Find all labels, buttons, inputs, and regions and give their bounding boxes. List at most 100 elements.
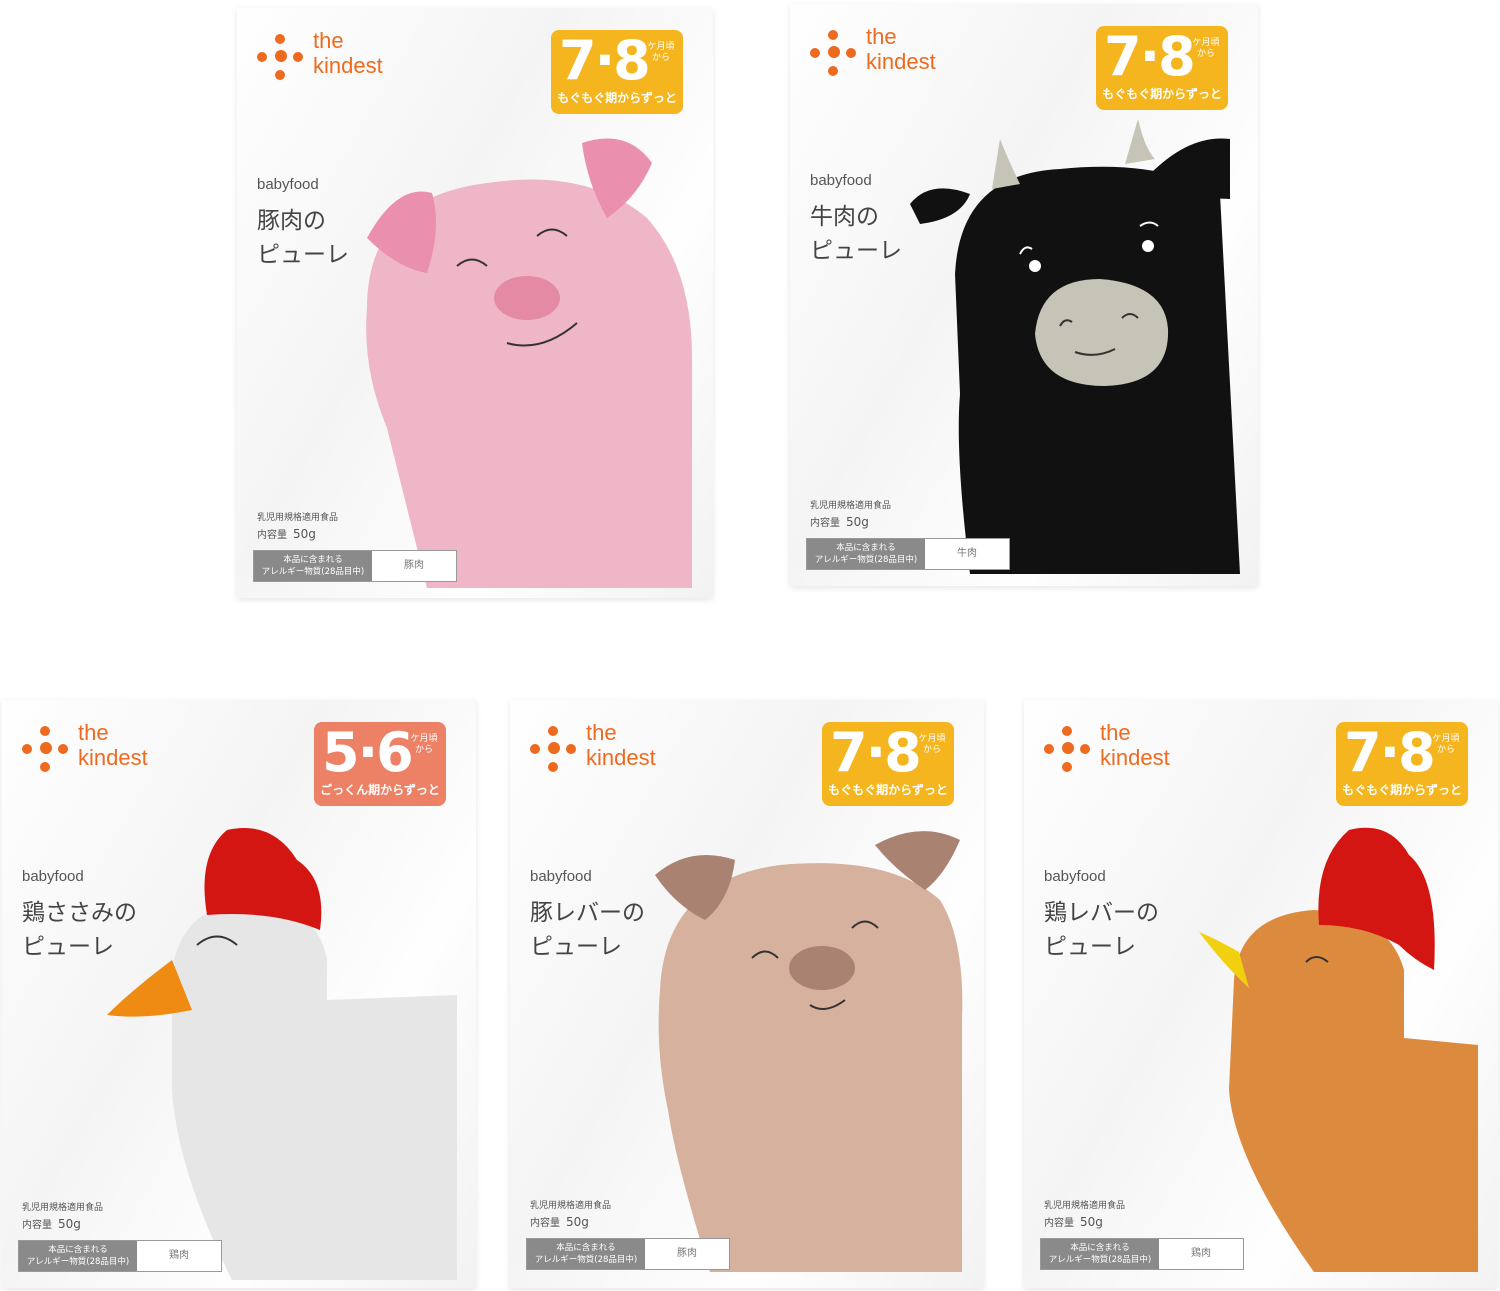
allergy-label-line1: 本品に含まれる: [1070, 1243, 1130, 1253]
standard-label: 乳児用規格適用食品: [530, 1201, 612, 1211]
age-badge: 7·8 ケ月頃から もぐもぐ期からずっと: [1336, 722, 1468, 806]
product-name: 牛肉の ピューレ: [810, 200, 902, 268]
content-value: 50g: [293, 527, 316, 541]
brand-line1: the: [1100, 720, 1131, 745]
content-amount: 内容量 50g: [530, 1214, 589, 1229]
age-unit: ケ月頃から: [1192, 38, 1220, 59]
product-name-line2: ピューレ: [257, 242, 349, 268]
content-value: 50g: [58, 1217, 81, 1231]
category-label: babyfood: [810, 172, 872, 189]
standard-label: 乳児用規格適用食品: [22, 1203, 104, 1213]
age-value: 7·8: [1104, 25, 1196, 88]
product-name-line1: 牛肉の: [810, 204, 879, 230]
product-name-line2: ピューレ: [810, 238, 902, 264]
tan-pig-illustration: [655, 831, 963, 1272]
product-name-line1: 豚肉の: [257, 208, 326, 234]
content-label: 内容量: [257, 530, 287, 541]
product-name-line1: 鶏ささみの: [22, 900, 137, 926]
age-value: 5·6: [322, 721, 414, 784]
category-label: babyfood: [530, 868, 592, 885]
age-value: 7·8: [559, 29, 651, 92]
product-name-line1: 鶏レバーの: [1044, 900, 1159, 926]
flower-icon: [810, 30, 856, 76]
flower-icon: [1044, 726, 1090, 772]
flower-icon: [257, 34, 303, 80]
brand-line2: kindest: [586, 745, 656, 770]
allergy-box: 本品に含まれる アレルギー物質(28品目中) 豚肉: [253, 550, 457, 582]
brand-line2: kindest: [78, 745, 148, 770]
flower-icon: [22, 726, 68, 772]
content-label: 内容量: [22, 1220, 52, 1231]
standard-label: 乳児用規格適用食品: [1044, 1201, 1126, 1211]
allergy-box: 本品に含まれるアレルギー物質(28品目中) 鶏肉: [1040, 1238, 1244, 1270]
content-amount: 内容量 50g: [1044, 1214, 1103, 1229]
content-value: 50g: [1080, 1215, 1103, 1229]
brand-line1: the: [313, 28, 344, 53]
package-beef-puree[interactable]: the kindest 7·8 ケ月頃から もぐもぐ期からずっと babyfood…: [790, 4, 1258, 586]
allergy-label-line2: アレルギー物質(28品目中): [534, 1255, 638, 1265]
allergy-label-line2: アレルギー物質(28品目中): [1048, 1255, 1152, 1265]
brand-logo: the kindest: [22, 720, 182, 780]
package-pork-puree[interactable]: the kindest 7·8 ケ月頃から もぐもぐ期からずっと babyfood…: [237, 8, 713, 598]
brand-line1: the: [866, 24, 897, 49]
age-badge: 7·8 ケ月頃から もぐもぐ期からずっと: [551, 30, 683, 114]
allergy-label-line2: アレルギー物質(28品目中): [26, 1257, 130, 1267]
brown-chicken-illustration: [1199, 827, 1478, 1272]
allergy-value: 鶏肉: [169, 1250, 189, 1261]
age-phrase: もぐもぐ期からずっと: [1102, 87, 1222, 101]
product-name-line2: ピューレ: [22, 934, 114, 960]
allergy-label-line1: 本品に含まれる: [48, 1245, 108, 1255]
brand-logo: the kindest: [257, 28, 417, 88]
flower-icon: [530, 726, 576, 772]
package-chicken-liver-puree[interactable]: the kindest 7·8 ケ月頃から もぐもぐ期からずっと babyfood…: [1024, 700, 1498, 1288]
product-name-line2: ピューレ: [530, 934, 622, 960]
cow-illustration: [910, 119, 1240, 574]
content-label: 内容量: [810, 518, 840, 529]
standard-label: 乳児用規格適用食品: [257, 513, 339, 523]
allergy-label: 本品に含まれる アレルギー物質(28品目中): [807, 539, 925, 569]
age-phrase: もぐもぐ期からずっと: [828, 783, 948, 797]
product-name-line2: ピューレ: [1044, 934, 1136, 960]
brand-line2: kindest: [1100, 745, 1170, 770]
allergy-value: 牛肉: [957, 548, 977, 559]
product-name: 豚レバーの ピューレ: [530, 896, 645, 964]
allergy-label: 本品に含まれる アレルギー物質(28品目中): [254, 551, 372, 581]
age-unit: ケ月頃から: [918, 734, 946, 755]
category-label: babyfood: [1044, 868, 1106, 885]
standard-label: 乳児用規格適用食品: [810, 501, 892, 511]
content-amount: 内容量 50g: [257, 526, 316, 541]
brand-line2: kindest: [313, 53, 383, 78]
package-chicken-breast-puree[interactable]: the kindest 5·6 ケ月頃から ごっくん期からずっと babyfood…: [2, 700, 476, 1288]
allergy-label: 本品に含まれるアレルギー物質(28品目中): [19, 1241, 137, 1271]
pig-illustration: [366, 138, 692, 588]
product-name: 鶏ささみの ピューレ: [22, 896, 137, 964]
category-label: babyfood: [257, 176, 319, 193]
content-amount: 内容量 50g: [810, 514, 869, 529]
allergy-label-line1: 本品に含まれる: [556, 1243, 616, 1253]
age-unit: ケ月頃から: [1432, 734, 1460, 755]
brand-line1: the: [78, 720, 109, 745]
allergy-box: 本品に含まれるアレルギー物質(28品目中) 豚肉: [526, 1238, 730, 1270]
product-name: 豚肉の ピューレ: [257, 204, 349, 272]
age-badge: 7·8 ケ月頃から もぐもぐ期からずっと: [822, 722, 954, 806]
brand-logo: the kindest: [530, 720, 690, 780]
age-phrase: もぐもぐ期からずっと: [1342, 783, 1462, 797]
allergy-box: 本品に含まれる アレルギー物質(28品目中) 牛肉: [806, 538, 1010, 570]
product-name-line1: 豚レバーの: [530, 900, 645, 926]
content-label: 内容量: [1044, 1218, 1074, 1229]
age-phrase: ごっくん期からずっと: [320, 783, 440, 797]
brand-logo: the kindest: [1044, 720, 1204, 780]
package-pork-liver-puree[interactable]: the kindest 7·8 ケ月頃から もぐもぐ期からずっと babyfood…: [510, 700, 984, 1288]
age-badge: 7·8 ケ月頃から もぐもぐ期からずっと: [1096, 26, 1228, 110]
allergy-label: 本品に含まれるアレルギー物質(28品目中): [1041, 1239, 1159, 1269]
allergy-value: 鶏肉: [1191, 1248, 1211, 1259]
brand-line2: kindest: [866, 49, 936, 74]
allergy-label: 本品に含まれるアレルギー物質(28品目中): [527, 1239, 645, 1269]
content-amount: 内容量 50g: [22, 1216, 81, 1231]
age-phrase: もぐもぐ期からずっと: [557, 91, 677, 105]
allergy-label-line1: 本品に含まれる: [283, 555, 343, 565]
content-value: 50g: [566, 1215, 589, 1229]
allergy-value: 豚肉: [677, 1248, 697, 1259]
allergy-value: 豚肉: [404, 560, 424, 571]
age-badge: 5·6 ケ月頃から ごっくん期からずっと: [314, 722, 446, 806]
